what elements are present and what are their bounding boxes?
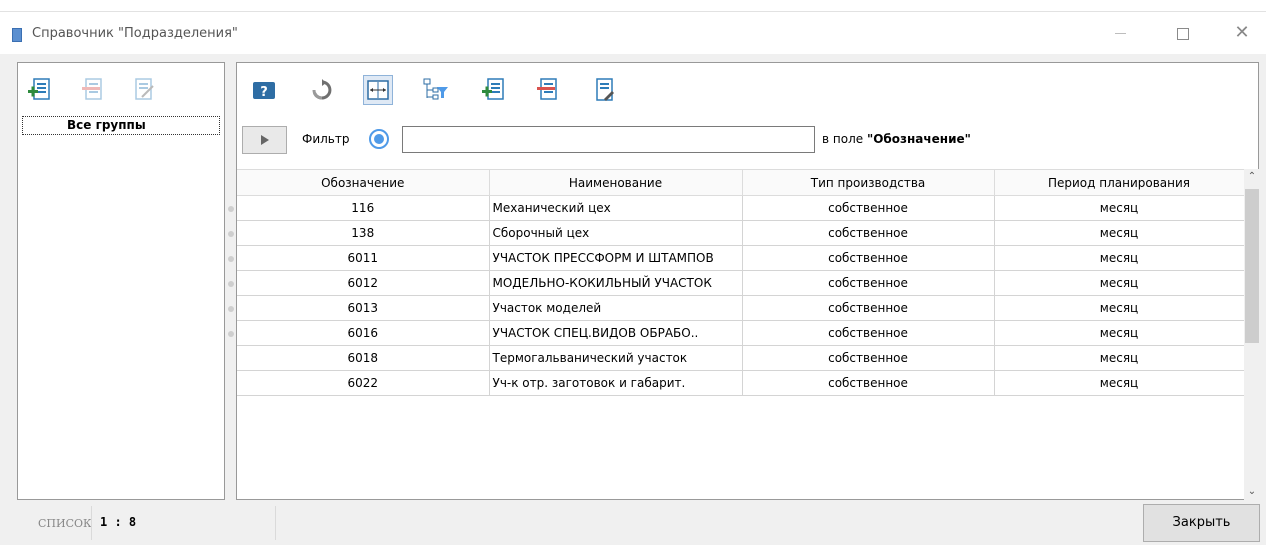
groups-panel: Все группы — [17, 62, 225, 500]
status-ratio: 1 : 8 — [100, 515, 137, 529]
scroll-up-icon[interactable]: ⌃ — [1244, 169, 1260, 185]
maximize-button[interactable] — [1163, 20, 1203, 46]
table-cell[interactable]: месяц — [994, 370, 1245, 396]
svg-text:?: ? — [260, 85, 268, 100]
table-cell[interactable]: собственное — [742, 295, 995, 321]
help-icon[interactable]: ? — [249, 75, 279, 105]
status-divider — [275, 506, 276, 540]
table-cell[interactable]: месяц — [994, 345, 1245, 371]
table-cell[interactable]: 6011 — [237, 245, 490, 271]
table-cell[interactable]: УЧАСТОК СПЕЦ.ВИДОВ ОБРАБО.. — [489, 320, 743, 346]
table-cell[interactable]: месяц — [994, 245, 1245, 271]
records-table: Обозначение Наименование Тип производств… — [237, 169, 1245, 396]
status-divider — [91, 506, 92, 540]
table-cell[interactable]: месяц — [994, 270, 1245, 296]
table-cell[interactable]: 6012 — [237, 270, 490, 296]
filter-input[interactable] — [402, 126, 815, 153]
row-indicator-dot — [228, 281, 234, 287]
row-indicator-dot — [228, 206, 234, 212]
table-row[interactable]: 6012 МОДЕЛЬНО-КОКИЛЬНЫЙ УЧАСТОК собствен… — [237, 270, 1245, 296]
table-cell[interactable]: собственное — [742, 195, 995, 221]
delete-group-icon[interactable] — [80, 77, 104, 103]
close-button[interactable]: Закрыть — [1143, 504, 1260, 542]
minimize-icon — [1114, 33, 1126, 34]
table-row[interactable]: 6016 УЧАСТОК СПЕЦ.ВИДОВ ОБРАБО.. собстве… — [237, 320, 1245, 346]
fit-columns-icon[interactable] — [363, 75, 393, 105]
filter-mode-radio[interactable] — [369, 129, 389, 149]
maximize-icon — [1177, 27, 1189, 40]
title-bar: Справочник "Подразделения" ✕ — [0, 12, 1266, 54]
filter-field-prefix: в поле — [822, 132, 864, 146]
edit-group-icon[interactable] — [132, 77, 156, 103]
minimize-button[interactable] — [1100, 20, 1140, 46]
table-row[interactable]: 116 Механический цех собственное месяц — [237, 195, 1245, 221]
table-cell[interactable]: 6016 — [237, 320, 490, 346]
table-row[interactable]: 6013 Участок моделей собственное месяц — [237, 295, 1245, 321]
table-cell[interactable]: собственное — [742, 370, 995, 396]
apply-filter-button[interactable] — [242, 126, 287, 154]
refresh-icon[interactable] — [307, 75, 337, 105]
table-cell[interactable]: Участок моделей — [489, 295, 743, 321]
vertical-scrollbar[interactable]: ⌃ ⌄ — [1244, 169, 1260, 500]
table-cell[interactable]: месяц — [994, 320, 1245, 346]
row-indicator-dot — [228, 256, 234, 262]
table-cell[interactable]: 138 — [237, 220, 490, 246]
table-row[interactable]: 6022 Уч-к отр. заготовок и габарит. собс… — [237, 370, 1245, 396]
window-title: Справочник "Подразделения" — [32, 26, 238, 41]
column-header-planning-period[interactable]: Период планирования — [994, 169, 1245, 196]
add-group-icon[interactable] — [28, 77, 52, 103]
status-mode: СПИСОК — [38, 517, 92, 530]
column-header-code[interactable]: Обозначение — [237, 169, 490, 196]
group-item-all[interactable]: Все группы — [22, 116, 220, 135]
tree-filter-icon[interactable] — [421, 75, 451, 105]
column-header-name[interactable]: Наименование — [489, 169, 743, 196]
table-cell[interactable]: Механический цех — [489, 195, 743, 221]
records-panel: ? Фильтр в поле "Обозначение" Обозначени… — [236, 62, 1260, 500]
export-icon[interactable] — [590, 75, 620, 105]
table-cell[interactable]: Термогальванический участок — [489, 345, 743, 371]
background-window-strip — [0, 0, 1266, 12]
table-cell[interactable]: 6018 — [237, 345, 490, 371]
scroll-thumb[interactable] — [1245, 189, 1259, 343]
filter-field-hint: в поле "Обозначение" — [822, 132, 971, 146]
filter-field-name: "Обозначение" — [866, 132, 971, 146]
row-indicator-dot — [228, 331, 234, 337]
close-window-button[interactable]: ✕ — [1222, 20, 1262, 46]
table-cell[interactable]: собственное — [742, 270, 995, 296]
table-cell[interactable]: месяц — [994, 220, 1245, 246]
table-cell[interactable]: 6013 — [237, 295, 490, 321]
scroll-down-icon[interactable]: ⌄ — [1244, 484, 1260, 500]
table-header-row: Обозначение Наименование Тип производств… — [237, 169, 1245, 196]
table-row[interactable]: 138 Сборочный цех собственное месяц — [237, 220, 1245, 246]
app-icon — [12, 28, 22, 42]
column-header-production-type[interactable]: Тип производства — [742, 169, 995, 196]
add-record-icon[interactable] — [479, 75, 509, 105]
row-indicators — [228, 206, 234, 356]
table-cell[interactable]: 116 — [237, 195, 490, 221]
row-indicator-dot — [228, 306, 234, 312]
row-indicator-dot — [228, 231, 234, 237]
table-row[interactable]: 6011 УЧАСТОК ПРЕССФОРМ И ШТАМПОВ собстве… — [237, 245, 1245, 271]
table-row[interactable]: 6018 Термогальванический участок собстве… — [237, 345, 1245, 371]
delete-record-icon[interactable] — [532, 75, 562, 105]
table-cell[interactable]: собственное — [742, 320, 995, 346]
table-cell[interactable]: Уч-к отр. заготовок и габарит. — [489, 370, 743, 396]
close-icon: ✕ — [1234, 22, 1250, 43]
filter-label: Фильтр — [302, 132, 350, 146]
table-cell[interactable]: 6022 — [237, 370, 490, 396]
table-cell[interactable]: собственное — [742, 245, 995, 271]
table-cell[interactable]: месяц — [994, 195, 1245, 221]
table-cell[interactable]: УЧАСТОК ПРЕССФОРМ И ШТАМПОВ — [489, 245, 743, 271]
table-cell[interactable]: МОДЕЛЬНО-КОКИЛЬНЫЙ УЧАСТОК — [489, 270, 743, 296]
table-cell[interactable]: месяц — [994, 295, 1245, 321]
table-cell[interactable]: собственное — [742, 220, 995, 246]
table-cell[interactable]: собственное — [742, 345, 995, 371]
play-icon — [260, 135, 269, 145]
table-cell[interactable]: Сборочный цех — [489, 220, 743, 246]
